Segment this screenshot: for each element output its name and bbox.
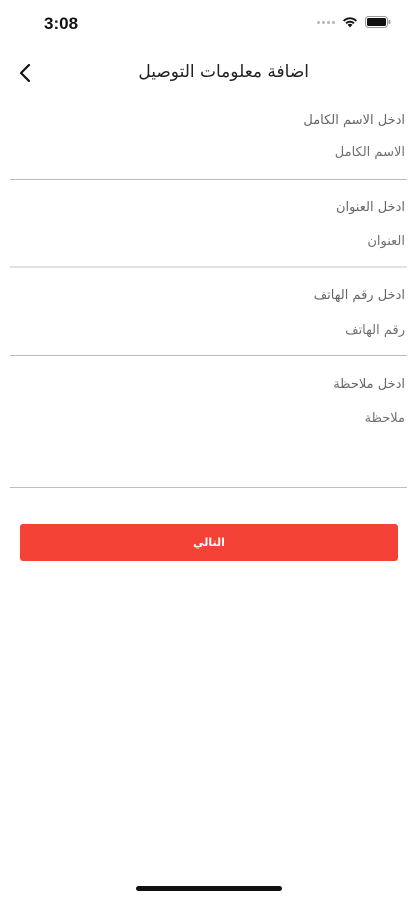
chevron-left-icon	[19, 63, 31, 83]
full-name-input[interactable]	[10, 145, 407, 160]
note-input[interactable]	[10, 411, 407, 426]
next-button[interactable]: التالي	[20, 524, 398, 561]
address-label: ادخل العنوان	[335, 200, 405, 215]
full-name-label: ادخل الاسم الكامل	[303, 113, 405, 128]
page-title: اضافة معلومات التوصيل	[138, 62, 309, 82]
phone-input[interactable]	[10, 323, 407, 338]
phone-label: ادخل رقم الهاتف	[313, 288, 405, 303]
full-name-field: ادخل الاسم الكامل	[10, 105, 407, 180]
note-label: ادخل ملاحظة	[333, 377, 405, 392]
cellular-signal-icon	[317, 20, 335, 24]
wifi-icon	[343, 17, 357, 28]
home-indicator	[136, 886, 282, 891]
battery-icon	[365, 16, 391, 28]
address-input[interactable]	[10, 234, 407, 249]
app-header: اضافة معلومات التوصيل	[0, 52, 417, 96]
status-icons	[317, 16, 391, 28]
status-time: 3:08	[44, 14, 79, 33]
address-field: ادخل العنوان	[10, 180, 407, 268]
phone-field: ادخل رقم الهاتف	[10, 268, 407, 356]
back-button[interactable]	[10, 58, 40, 88]
status-bar: 3:08	[0, 0, 417, 46]
note-field: ادخل ملاحظة	[10, 356, 407, 488]
